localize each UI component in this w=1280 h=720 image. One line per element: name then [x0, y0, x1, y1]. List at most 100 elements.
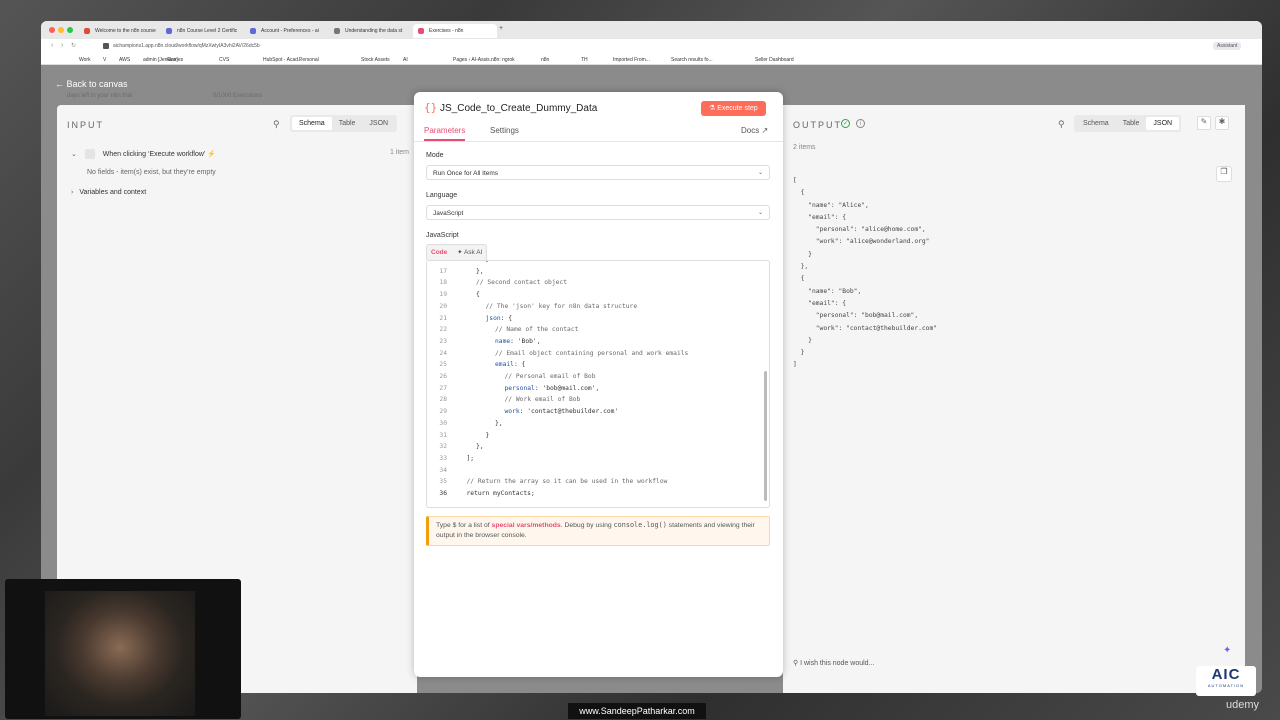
- search-icon[interactable]: ⚲: [1058, 119, 1065, 130]
- input-title: INPUT: [67, 120, 104, 130]
- new-tab-button[interactable]: +: [499, 25, 503, 32]
- code-line: name: 'Bob',: [495, 337, 541, 345]
- output-view-schema[interactable]: Schema: [1076, 117, 1116, 130]
- language-value: JavaScript: [433, 210, 464, 217]
- bookmark-item[interactable]: Search results fo...: [671, 57, 713, 63]
- trigger-node-row[interactable]: ⌄ When clicking ‘Execute workflow’ ⚡ 1 i…: [71, 149, 411, 159]
- execute-step-button[interactable]: ⚗ Execute step: [701, 101, 766, 116]
- bookmark-item[interactable]: Games: [167, 57, 183, 63]
- tab-code[interactable]: Code: [431, 249, 447, 256]
- bookmark-item[interactable]: V: [103, 57, 106, 63]
- forward-icon[interactable]: ›: [61, 42, 63, 49]
- editor-tabs: Code ✦ Ask AI: [426, 244, 488, 260]
- maximize-window-button[interactable]: [67, 27, 73, 33]
- tab-label: n8n Course Level 2 Certific: [177, 28, 238, 34]
- tab-parameters[interactable]: Parameters: [424, 126, 466, 141]
- code-editor[interactable]: 16} 17}, 18 // Second contact object 19 {20 //…: [426, 260, 770, 508]
- tab-settings[interactable]: Settings: [490, 126, 519, 135]
- url-text[interactable]: aichampions1.app.n8n.cloud/workflow/qMzX…: [113, 43, 260, 49]
- browser-tab[interactable]: Exercises - n8n: [413, 24, 497, 38]
- bookmark-item[interactable]: AI: [403, 57, 408, 63]
- browser-tab[interactable]: n8n Course Level 2 Certific: [161, 24, 243, 38]
- bolt-icon: ⚡: [207, 150, 216, 158]
- json-line: "personal": "bob@mail.com",: [793, 312, 919, 320]
- webcam-overlay: [5, 579, 241, 719]
- editor-scrollbar[interactable]: [764, 371, 767, 501]
- tab-favicon-icon: [418, 28, 424, 34]
- code-line: json: {: [485, 314, 513, 322]
- bookmark-item[interactable]: Stock Assets: [361, 57, 390, 63]
- external-link-icon: ↗: [761, 126, 769, 135]
- bookmark-item[interactable]: n8n: ngrok: [491, 57, 515, 63]
- line-number: 19: [439, 291, 447, 299]
- bookmark-item[interactable]: TH: [581, 57, 588, 63]
- hint-prefix: Type $ for a list of: [436, 522, 492, 529]
- feedback-row[interactable]: ⚲ I wish this node would...: [783, 655, 1245, 671]
- input-view-schema[interactable]: Schema: [292, 117, 332, 130]
- json-line: "personal": "alice@home.com",: [793, 226, 926, 234]
- code-node-icon: {}: [424, 101, 438, 114]
- mode-select[interactable]: Run Once for All Items ⌄: [426, 165, 770, 180]
- line-number: 18: [439, 279, 447, 287]
- code-key: name: [495, 337, 511, 345]
- info-icon[interactable]: i: [856, 119, 865, 128]
- chevron-right-icon[interactable]: ›: [71, 189, 73, 196]
- bookmark-item[interactable]: Seller Dashboard: [755, 57, 794, 63]
- input-view-table[interactable]: Table: [332, 117, 363, 130]
- line-number: 22: [439, 326, 447, 334]
- code-line: // Email object containing personal and …: [495, 349, 689, 357]
- pin-icon[interactable]: ✱: [1215, 116, 1229, 130]
- back-to-canvas-link[interactable]: ← Back to canvas: [55, 79, 128, 89]
- udemy-watermark: udemy: [1226, 699, 1260, 711]
- tab-ask-ai[interactable]: ✦ Ask AI: [457, 249, 482, 256]
- line-number: 25: [439, 361, 447, 369]
- language-select[interactable]: JavaScript ⌄: [426, 205, 770, 220]
- close-window-button[interactable]: [49, 27, 55, 33]
- json-output: [ { "name": "Alice", "email": { "persona…: [793, 175, 937, 372]
- output-view-table[interactable]: Table: [1116, 117, 1147, 130]
- chevron-down-icon[interactable]: ⌄: [71, 151, 77, 158]
- variables-context-row[interactable]: › Variables and context: [71, 189, 146, 196]
- hint-code: console.log(): [613, 521, 667, 529]
- code-line: work: 'contact@thebuilder.com': [504, 408, 619, 416]
- docs-link[interactable]: Docs ↗: [741, 126, 768, 135]
- sparkle-icon[interactable]: ✦: [1223, 645, 1231, 656]
- back-icon[interactable]: ‹: [51, 42, 53, 49]
- bookmark-item[interactable]: Imported From...: [613, 57, 650, 63]
- language-label: Language: [426, 192, 458, 199]
- reload-icon[interactable]: ↻: [71, 42, 76, 49]
- bookmark-item[interactable]: AWS: [119, 57, 130, 63]
- line-number: 36: [439, 490, 447, 497]
- code-key: email: [495, 361, 514, 369]
- special-vars-link[interactable]: special vars/methods: [492, 522, 561, 529]
- minimize-window-button[interactable]: [58, 27, 64, 33]
- code-line: }: [486, 261, 490, 263]
- bookmark-item[interactable]: Work: [79, 57, 91, 63]
- tab-favicon-icon: [166, 28, 172, 34]
- assistant-button[interactable]: Assistant: [1213, 42, 1242, 50]
- copy-icon[interactable]: ❐: [1216, 166, 1232, 182]
- bookmark-item[interactable]: n8n: [541, 57, 549, 63]
- chevron-down-icon: ⌄: [757, 170, 763, 176]
- node-details-modal: {} JS_Code_to_Create_Dummy_Data ⚗ Execut…: [414, 92, 783, 677]
- line-number: 21: [439, 314, 447, 322]
- search-icon[interactable]: ⚲: [273, 119, 280, 130]
- bookmark-item[interactable]: HubSpot - Acad...: [263, 57, 302, 63]
- docs-label: Docs: [741, 126, 760, 135]
- browser-tab[interactable]: Understanding the data st: [329, 24, 411, 38]
- browser-tab[interactable]: Welcome to the n8n course: [79, 24, 161, 38]
- output-view-json[interactable]: JSON: [1146, 117, 1180, 130]
- bookmark-item[interactable]: Personal: [299, 57, 319, 63]
- ask-ai-label: Ask AI: [463, 249, 483, 256]
- bookmark-item[interactable]: Pages ‹ AI-Assis...: [453, 57, 494, 63]
- input-view-json[interactable]: JSON: [362, 117, 395, 130]
- bookmark-item[interactable]: CVS: [219, 57, 229, 63]
- node-title[interactable]: JS_Code_to_Create_Dummy_Data: [440, 103, 597, 114]
- edit-output-icon[interactable]: ✎: [1197, 116, 1211, 130]
- browser-tab[interactable]: Account - Preferences - ai: [245, 24, 327, 38]
- line-number: 17: [439, 267, 447, 275]
- presenter-video: [45, 591, 195, 716]
- line-number: 20: [439, 302, 447, 310]
- code-line: // Second contact object: [476, 279, 567, 287]
- tab-favicon-icon: [84, 28, 90, 34]
